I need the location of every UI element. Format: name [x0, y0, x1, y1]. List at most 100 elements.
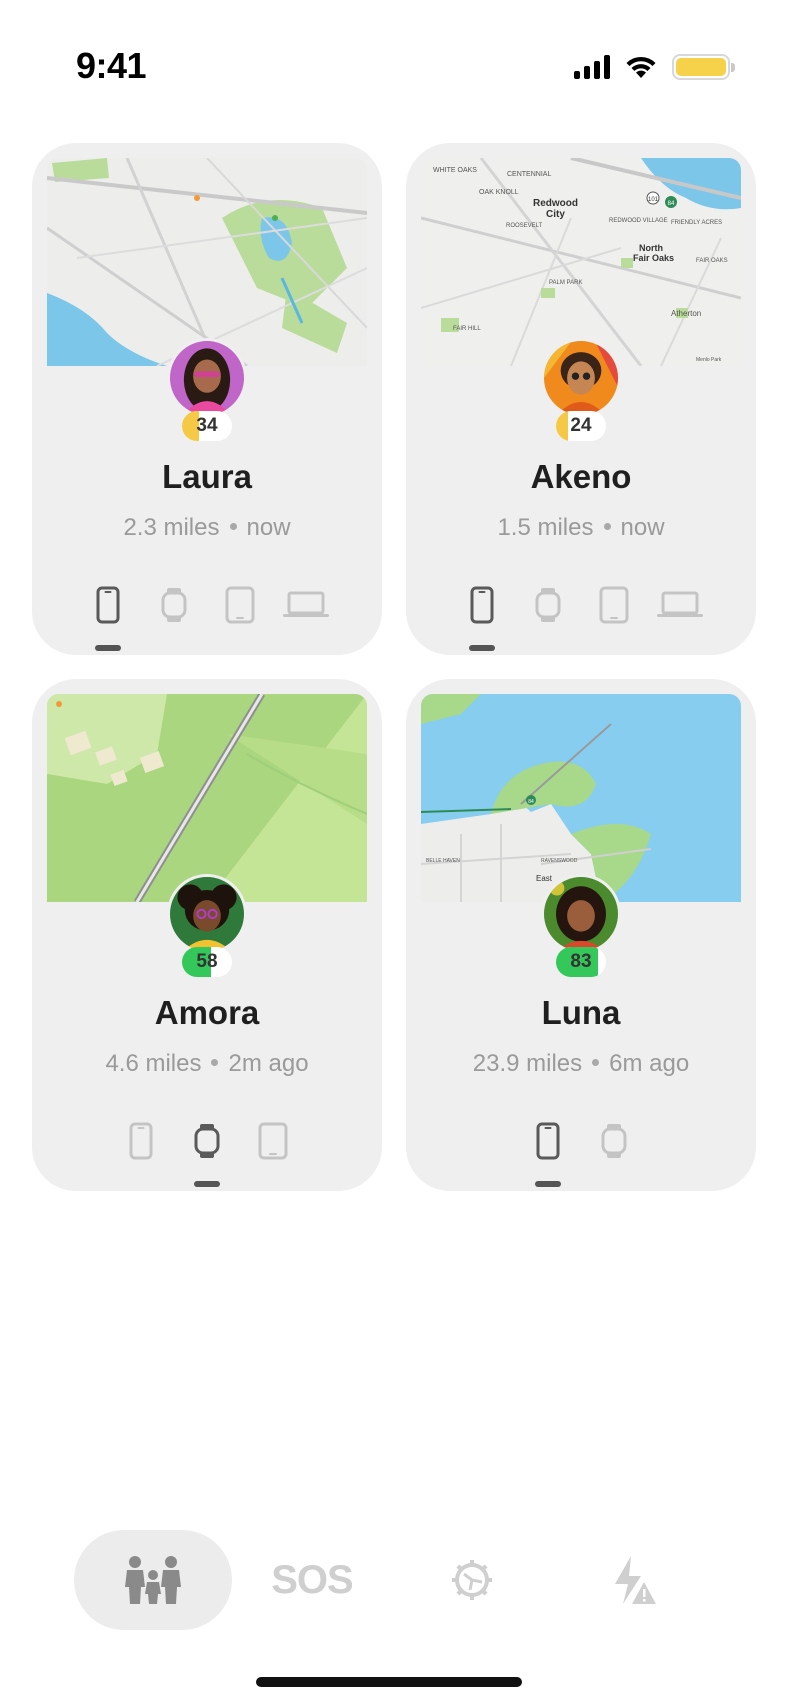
device-row — [406, 583, 756, 651]
location-meta: 4.6 miles 2m ago — [32, 1050, 382, 1078]
map-label: OAK KNOLL — [479, 189, 519, 196]
person-card[interactable]: 58 Amora 4.6 miles 2m ago — [32, 679, 382, 1191]
distance: 1.5 miles — [497, 514, 594, 541]
person-card[interactable]: 34 Laura 2.3 miles now — [32, 143, 382, 655]
person-name: Amora — [154, 994, 260, 1031]
last-seen: 2m ago — [228, 1050, 309, 1077]
avatar — [167, 874, 247, 954]
distance: 4.6 miles — [105, 1050, 202, 1077]
location-meta: 23.9 miles 6m ago — [406, 1050, 756, 1078]
tablet-device[interactable] — [207, 583, 273, 627]
laptop-icon — [656, 591, 704, 619]
watch-icon — [194, 1123, 220, 1159]
avatar — [167, 338, 247, 418]
battery-level-fill — [556, 411, 568, 441]
phone-device[interactable] — [108, 1119, 174, 1163]
wifi-icon — [626, 56, 656, 78]
laptop-icon — [282, 591, 330, 619]
battery-percent: 34 — [196, 415, 218, 436]
person-card[interactable]: 84 BELLE HAVEN RAVENSWOOD East 83 Luna 2… — [406, 679, 756, 1191]
active-device-indicator — [194, 1181, 220, 1187]
distance: 2.3 miles — [123, 514, 220, 541]
phone-device[interactable] — [515, 1119, 581, 1187]
family-icon — [125, 1556, 181, 1604]
battery-icon — [672, 54, 735, 80]
device-row — [406, 1119, 756, 1187]
cellular-signal-icon — [574, 55, 610, 79]
phone-icon — [536, 1122, 560, 1160]
status-bar: 9:41 — [0, 0, 786, 140]
battery-percent: 58 — [196, 951, 218, 972]
map-label: WHITE OAKS — [433, 167, 477, 174]
phone-device[interactable] — [449, 583, 515, 651]
person-name: Luna — [541, 994, 621, 1031]
map-label: CENTENNIAL — [507, 171, 551, 178]
location-map[interactable]: WHITE OAKS CENTENNIAL OAK KNOLL Redwood … — [421, 158, 741, 366]
phone-icon — [96, 586, 120, 624]
avatar — [541, 338, 621, 418]
status-time: 9:41 — [76, 45, 147, 86]
laptop-device[interactable] — [647, 583, 713, 627]
map-label: BELLE HAVEN — [426, 858, 460, 864]
tab-sos[interactable]: SOS — [250, 1530, 374, 1630]
location-map[interactable] — [47, 158, 367, 366]
active-device-indicator — [469, 645, 495, 651]
person-name: Laura — [162, 458, 252, 495]
map-label: 101 — [648, 197, 659, 203]
battery-percent: 83 — [570, 951, 592, 972]
watch-icon — [161, 587, 187, 623]
watch-device[interactable] — [515, 583, 581, 627]
avatar — [541, 874, 621, 954]
tablet-icon — [599, 586, 629, 624]
alert-bolt-icon — [615, 1556, 656, 1604]
tablet-icon — [225, 586, 255, 624]
laptop-device[interactable] — [273, 583, 339, 627]
battery-percent: 24 — [570, 415, 592, 436]
watch-icon — [535, 587, 561, 623]
map-label: East — [536, 874, 553, 883]
family-grid: 34 Laura 2.3 miles now WHITE OAKS CENTEN… — [32, 143, 756, 1191]
map-label: Fair Oaks — [633, 253, 674, 263]
location-map[interactable]: 84 BELLE HAVEN RAVENSWOOD East — [421, 694, 741, 902]
map-label: 84 — [528, 799, 534, 805]
watch-device[interactable] — [174, 1119, 240, 1187]
tablet-icon — [258, 1122, 288, 1160]
home-indicator — [256, 1677, 522, 1687]
map-label: North — [639, 243, 663, 253]
tablet-device[interactable] — [240, 1119, 306, 1163]
tab-alerts[interactable] — [572, 1530, 696, 1630]
distance: 23.9 miles — [472, 1050, 583, 1077]
person-card[interactable]: WHITE OAKS CENTENNIAL OAK KNOLL Redwood … — [406, 143, 756, 655]
device-row — [32, 1119, 382, 1187]
map-label: 84 — [668, 201, 675, 207]
phone-icon — [129, 1122, 153, 1160]
map-label: PALM PARK — [549, 280, 582, 286]
phone-device[interactable] — [75, 583, 141, 651]
active-device-indicator — [535, 1181, 561, 1187]
last-seen: now — [246, 514, 291, 541]
map-label: Menlo Park — [696, 357, 722, 363]
map-label: REDWOOD VILLAGE — [609, 218, 668, 224]
last-seen: 6m ago — [609, 1050, 690, 1077]
map-label: Atherton — [671, 309, 701, 318]
tablet-device[interactable] — [581, 583, 647, 627]
map-label: FAIR OAKS — [696, 258, 728, 264]
battery-badge: 83 — [556, 947, 606, 977]
active-device-indicator — [95, 645, 121, 651]
tab-family[interactable] — [74, 1530, 232, 1630]
watch-device[interactable] — [141, 583, 207, 627]
battery-badge: 24 — [556, 411, 606, 441]
sos-label: SOS — [271, 1557, 353, 1602]
device-row — [32, 583, 382, 651]
gear-icon — [452, 1560, 492, 1600]
watch-device[interactable] — [581, 1119, 647, 1163]
battery-badge: 34 — [182, 411, 232, 441]
location-map[interactable] — [47, 694, 367, 902]
status-icons — [574, 54, 735, 80]
last-seen: now — [620, 514, 665, 541]
location-meta: 2.3 miles now — [32, 514, 382, 542]
phone-icon — [470, 586, 494, 624]
map-label: FAIR HILL — [453, 326, 481, 332]
tab-bar: SOS — [0, 1500, 786, 1630]
tab-settings[interactable] — [410, 1530, 534, 1630]
